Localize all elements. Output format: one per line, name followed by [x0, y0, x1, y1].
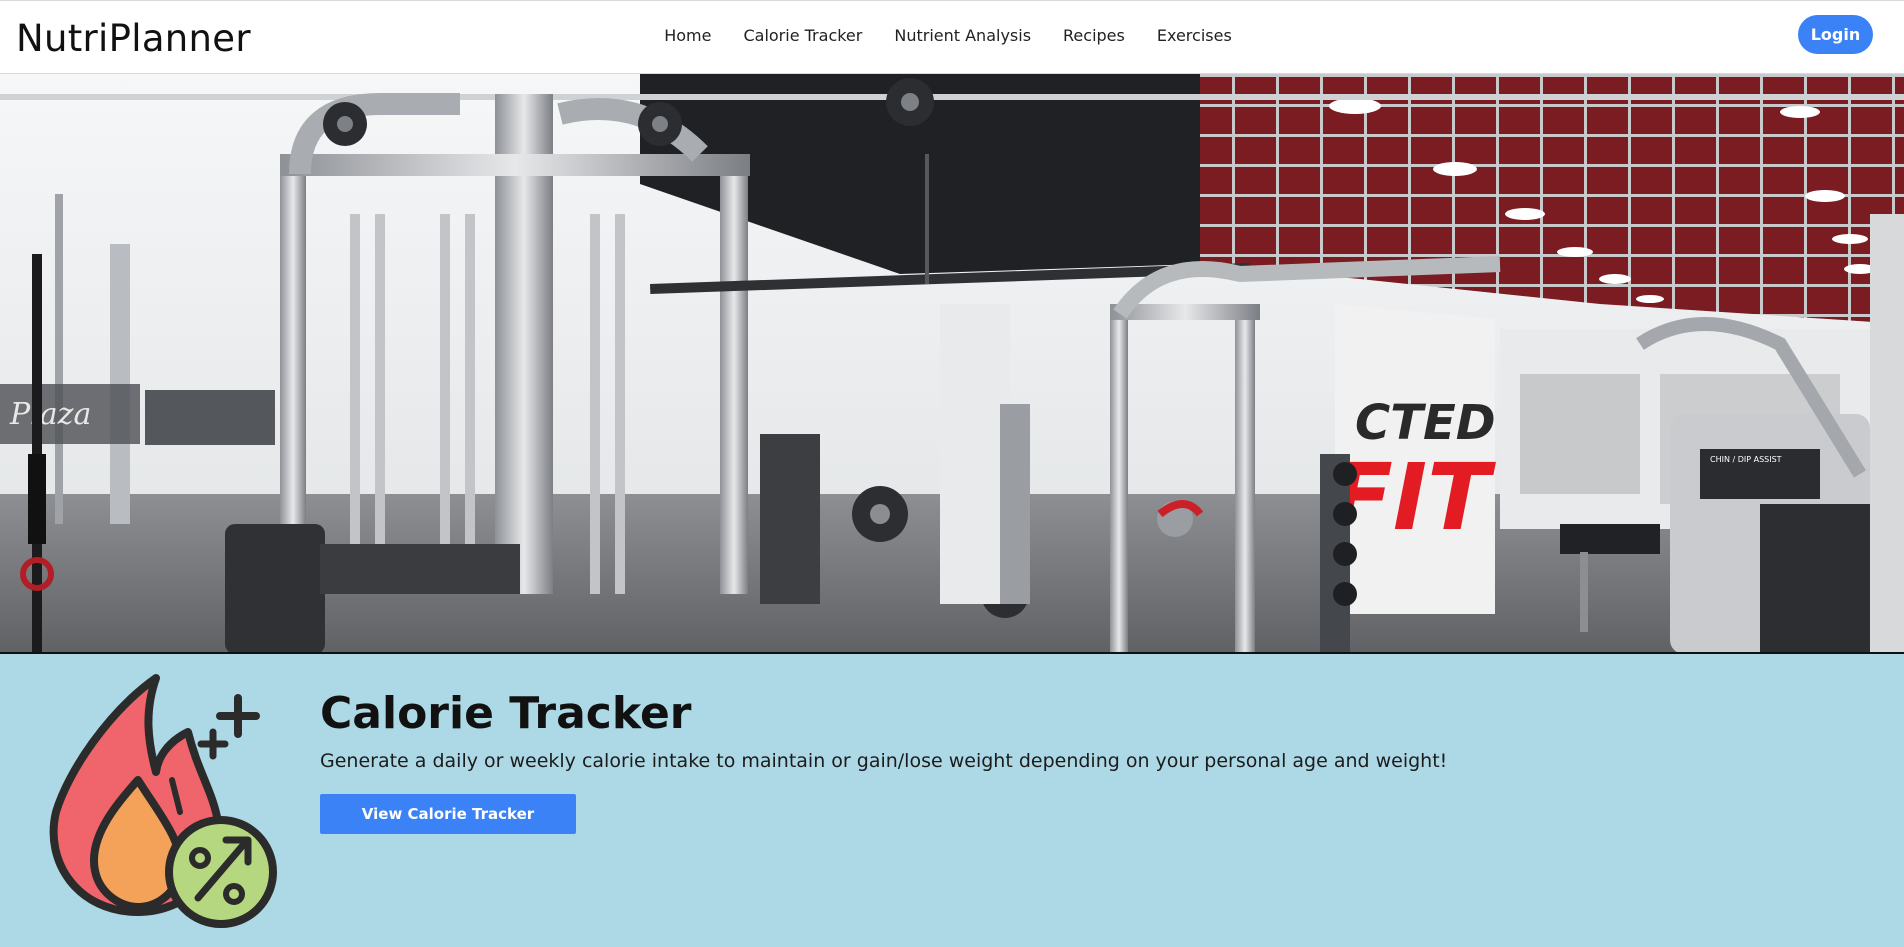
main-nav: Home Calorie Tracker Nutrient Analysis R… — [0, 26, 1904, 45]
view-calorie-tracker-button[interactable]: View Calorie Tracker — [320, 794, 576, 834]
brand-logo[interactable]: NutriPlanner — [16, 17, 251, 60]
login-button[interactable]: Login — [1798, 15, 1873, 54]
svg-text:CHIN / DIP ASSIST: CHIN / DIP ASSIST — [1710, 455, 1782, 464]
nav-calorie-tracker[interactable]: Calorie Tracker — [743, 26, 862, 45]
nav-recipes[interactable]: Recipes — [1063, 26, 1125, 45]
calorie-flame-icon — [48, 672, 288, 932]
gym-photo-illustration: Plaza CTED FIT CHIN / DIP ASSIST — [0, 74, 1904, 652]
svg-text:FIT: FIT — [1330, 444, 1496, 551]
nav-nutrient-analysis[interactable]: Nutrient Analysis — [894, 26, 1031, 45]
feature-title: Calorie Tracker — [320, 688, 692, 739]
svg-text:Plaza: Plaza — [9, 397, 91, 432]
calorie-tracker-feature: Calorie Tracker Generate a daily or week… — [0, 654, 1904, 947]
hero-gym-image: Plaza CTED FIT CHIN / DIP ASSIST — [0, 74, 1904, 654]
top-navbar: NutriPlanner Home Calorie Tracker Nutrie… — [0, 0, 1904, 74]
flame-percent-icon — [49, 674, 277, 928]
nav-home[interactable]: Home — [664, 26, 711, 45]
svg-text:CTED: CTED — [1355, 395, 1496, 451]
nav-exercises[interactable]: Exercises — [1157, 26, 1232, 45]
feature-description: Generate a daily or weekly calorie intak… — [320, 750, 1448, 772]
